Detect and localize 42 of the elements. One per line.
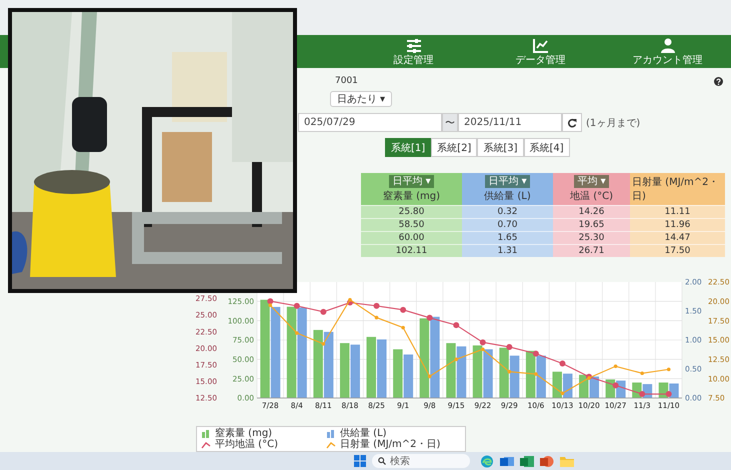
table-cell: 25.80 [361, 205, 462, 218]
legend-label: 日射量 (MJ/m^2・日) [340, 439, 440, 450]
column-label: 供給量 (L) [484, 190, 531, 203]
table-cell: 17.50 [630, 244, 725, 257]
nav-tab[interactable]: データ管理 [477, 35, 604, 68]
table-cell: 58.50 [361, 218, 462, 231]
aggregate-dropdown[interactable]: 日平均 ▾ [485, 175, 530, 188]
range-note: (1ヶ月まで) [586, 116, 640, 130]
legend-label: 平均地温 (°C) [215, 439, 278, 450]
system-tab[interactable]: 系統[3] [477, 138, 524, 157]
table-cell: 102.11 [361, 244, 462, 257]
table-cell: 14.47 [630, 231, 725, 244]
table-cell: 19.65 [553, 218, 630, 231]
nav-tab[interactable]: アカウント管理 [604, 35, 731, 68]
aggregate-dropdown[interactable]: 日平均 ▾ [389, 175, 434, 188]
table-cell: 1.31 [462, 244, 553, 257]
table-cell: 14.26 [553, 205, 630, 218]
table-cell: 60.00 [361, 231, 462, 244]
nav-tab[interactable]: 設定管理 [350, 35, 477, 68]
table-cell: 0.32 [462, 205, 553, 218]
search-field[interactable]: 検索 [372, 454, 470, 468]
end-date-field[interactable]: 2025/11/11 [458, 113, 562, 132]
table-cell: 0.70 [462, 218, 553, 231]
column-label: 窒素量 (mg) [382, 190, 440, 203]
aggregate-dropdown[interactable]: 平均 ▾ [574, 175, 609, 188]
legend-label: 窒素量 (mg) [215, 428, 272, 439]
device-id: 7001 [335, 76, 358, 86]
range-separator: 〜 [442, 113, 458, 132]
table-cell: 11.11 [630, 205, 725, 218]
table-cell: 11.96 [630, 218, 725, 231]
column-label: 地温 (°C) [570, 190, 613, 203]
system-tab[interactable]: 系統[4] [524, 138, 570, 157]
column-label: 日射量 (MJ/m^2・日) [632, 176, 720, 203]
search-input[interactable]: 検索 [390, 456, 450, 466]
table-cell: 1.65 [462, 231, 553, 244]
legend-label: 供給量 (L) [340, 428, 387, 439]
system-tab[interactable]: 系統[2] [431, 138, 478, 157]
table-cell: 26.71 [553, 244, 630, 257]
table-cell: 25.30 [553, 231, 630, 244]
start-date-field[interactable]: 025/07/29 [298, 113, 442, 132]
period-dropdown[interactable]: 日あたり ▾ [330, 91, 392, 107]
system-tab[interactable]: 系統[1] [385, 138, 432, 157]
